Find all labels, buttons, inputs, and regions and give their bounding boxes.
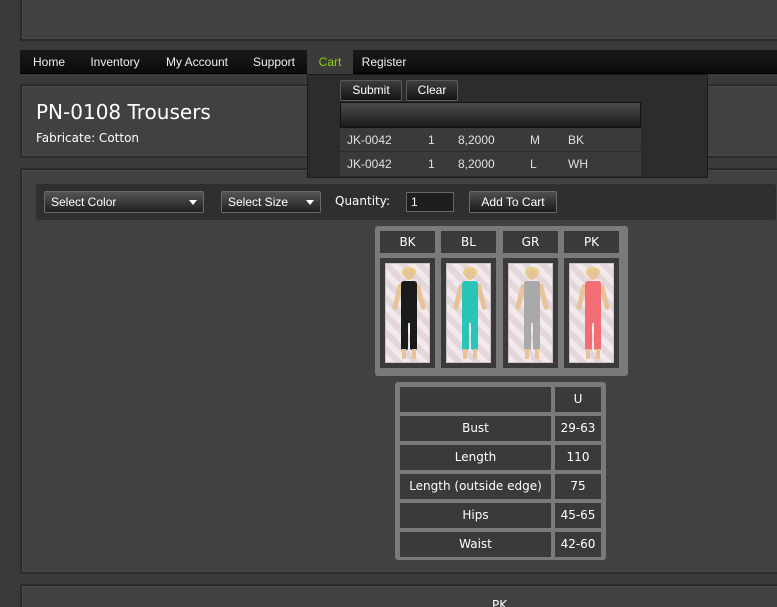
color-header-bl: BL: [441, 231, 496, 253]
quantity-input[interactable]: [406, 192, 454, 212]
size-chart-measure: Length: [400, 445, 551, 470]
nav-inventory[interactable]: Inventory: [80, 50, 150, 74]
color-option-bl[interactable]: [441, 258, 496, 368]
cart-row[interactable]: JK-0042 1 8,2000 L WH: [340, 152, 641, 176]
cart-item-qty: 1: [428, 133, 435, 147]
nav-register[interactable]: Register: [356, 50, 412, 74]
size-chart-corner: [400, 387, 551, 412]
size-select-value: Select Size: [228, 195, 289, 209]
product-detail-panel: Select Color Select Size Quantity: Add T…: [20, 168, 777, 574]
cart-row[interactable]: JK-0042 1 8,2000 M BK: [340, 128, 641, 152]
product-photo-bl: [446, 263, 491, 363]
main-nav: Home Inventory My Account Support Cart R…: [20, 50, 777, 74]
product-photo-bk: [385, 263, 430, 363]
cart-item-size: M: [530, 133, 540, 147]
cart-item-color: BK: [568, 133, 585, 147]
color-options-grid: BK BL GR PK: [375, 226, 628, 376]
color-option-gr[interactable]: [503, 258, 558, 368]
quantity-label: Quantity:: [335, 194, 391, 208]
bottom-color-label: PK: [492, 598, 508, 607]
page-title: PN-0108 Trousers: [36, 100, 211, 124]
size-chart-value: 42-60: [555, 532, 601, 557]
add-to-cart-button[interactable]: Add To Cart: [469, 191, 557, 213]
size-select[interactable]: Select Size: [221, 191, 321, 213]
chevron-down-icon: [306, 200, 314, 205]
cart-table-header: [340, 102, 641, 128]
cart-submit-button[interactable]: Submit: [340, 80, 402, 101]
color-header-gr: GR: [503, 231, 558, 253]
product-photo-gr: [508, 263, 553, 363]
size-chart-header: U: [555, 387, 601, 412]
cart-dropdown: Submit Clear JK-0042 1 8,2000 M BK JK-00…: [307, 74, 708, 178]
nav-support[interactable]: Support: [243, 50, 305, 74]
product-photo-pk: [569, 263, 614, 363]
size-chart-value: 45-65: [555, 503, 601, 528]
nav-my-account[interactable]: My Account: [154, 50, 240, 74]
nav-cart[interactable]: Cart: [307, 50, 353, 74]
size-chart-measure: Hips: [400, 503, 551, 528]
cart-item-color: WH: [568, 157, 588, 171]
cart-item-code: JK-0042: [347, 133, 392, 147]
color-option-pk[interactable]: [564, 258, 619, 368]
size-chart-value: 29-63: [555, 416, 601, 441]
cart-clear-button[interactable]: Clear: [406, 80, 458, 101]
top-panel: [20, 0, 777, 41]
cart-item-price: 8,2000: [458, 157, 495, 171]
cart-item-price: 8,2000: [458, 133, 495, 147]
nav-home[interactable]: Home: [20, 50, 78, 74]
size-chart-measure: Bust: [400, 416, 551, 441]
size-chart-value: 75: [555, 474, 601, 499]
product-fabric: Fabricate: Cotton: [36, 131, 140, 145]
cart-item-qty: 1: [428, 157, 435, 171]
cart-item-code: JK-0042: [347, 157, 392, 171]
cart-item-size: L: [530, 157, 537, 171]
color-select-value: Select Color: [51, 195, 117, 209]
size-chart-value: 110: [555, 445, 601, 470]
color-header-bk: BK: [380, 231, 435, 253]
color-header-pk: PK: [564, 231, 619, 253]
size-chart-measure: Length (outside edge): [400, 474, 551, 499]
purchase-controls: Select Color Select Size Quantity: Add T…: [36, 184, 776, 220]
size-chart-table: U Bust 29-63 Length 110 Length (outside …: [395, 382, 606, 560]
chevron-down-icon: [189, 200, 197, 205]
color-option-bk[interactable]: [380, 258, 435, 368]
color-select[interactable]: Select Color: [44, 191, 204, 213]
bottom-panel: PK: [20, 584, 777, 607]
size-chart-measure: Waist: [400, 532, 551, 557]
